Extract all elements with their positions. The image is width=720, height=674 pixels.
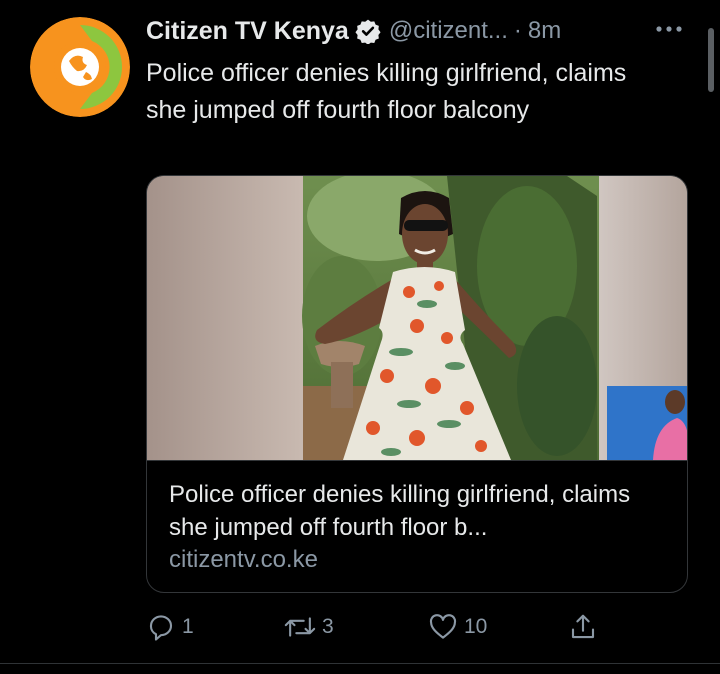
card-image[interactable] — [147, 176, 687, 460]
time-separator: · — [513, 17, 522, 44]
tweet-actions: 1 3 10 — [0, 604, 720, 650]
tweet-header: Citizen TV Kenya @citizent... · 8m — [146, 14, 561, 48]
heart-icon — [429, 614, 457, 639]
retweet-count: 3 — [322, 615, 334, 638]
share-button[interactable] — [568, 604, 598, 650]
reply-button[interactable]: 1 — [146, 604, 194, 650]
card-domain[interactable]: citizentv.co.ke — [169, 546, 318, 574]
reply-icon — [149, 615, 173, 641]
card-title[interactable]: Police officer denies killing girlfriend… — [169, 478, 669, 544]
more-options-icon — [656, 26, 682, 32]
card-photo — [147, 176, 687, 460]
avatar[interactable] — [30, 17, 130, 117]
tweet[interactable]: Citizen TV Kenya @citizent... · 8m Polic… — [0, 0, 720, 674]
reply-count: 1 — [182, 615, 194, 638]
like-count: 10 — [464, 615, 488, 638]
retweet-icon — [284, 617, 316, 637]
scrollbar[interactable] — [708, 28, 714, 92]
retweet-button[interactable]: 3 — [284, 604, 334, 650]
share-icon — [571, 614, 595, 639]
more-options-button[interactable] — [654, 22, 684, 41]
citizen-tv-logo — [30, 17, 130, 117]
card-divider — [147, 460, 687, 461]
tweet-divider — [0, 663, 720, 664]
like-button[interactable]: 10 — [428, 604, 487, 650]
link-card[interactable]: Police officer denies killing girlfriend… — [146, 175, 688, 593]
verified-badge-icon — [355, 19, 381, 44]
author-handle[interactable]: @citizent... — [389, 17, 508, 45]
tweet-text: Police officer denies killing girlfriend… — [146, 59, 627, 124]
author-name[interactable]: Citizen TV Kenya — [146, 17, 349, 46]
tweet-time[interactable]: 8m — [528, 17, 561, 45]
